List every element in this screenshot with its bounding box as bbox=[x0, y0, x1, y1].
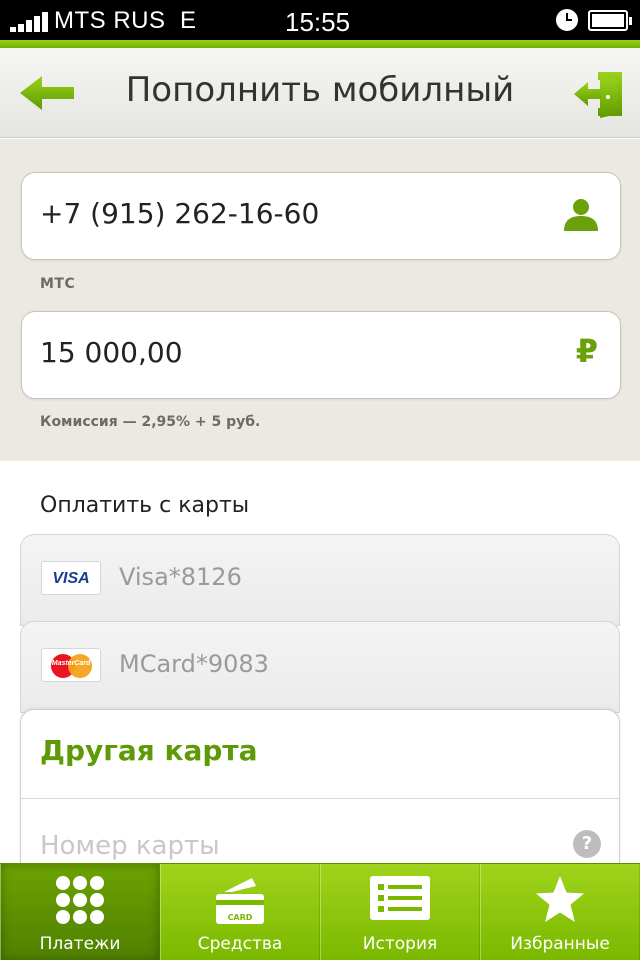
help-icon[interactable]: ? bbox=[573, 830, 601, 858]
signal-strength-icon bbox=[10, 12, 50, 32]
nav-bar: Пополнить мобилный bbox=[0, 48, 640, 138]
tab-favorites[interactable]: Избранные bbox=[480, 864, 640, 960]
amount-value: 15 000,00 bbox=[40, 336, 183, 369]
contact-person-icon[interactable] bbox=[562, 197, 600, 233]
card-name: MCard*9083 bbox=[119, 650, 269, 678]
tab-funds[interactable]: CARD Средства bbox=[160, 864, 320, 960]
other-card-panel: Другая карта ? bbox=[20, 709, 620, 863]
exit-door-icon bbox=[574, 72, 622, 118]
tab-label: История bbox=[362, 934, 438, 954]
operator-label: МТС bbox=[40, 276, 76, 292]
divider bbox=[21, 798, 619, 799]
mastercard-logo-icon: MasterCard bbox=[41, 648, 101, 682]
card-item-visa[interactable]: VISA Visa*8126 bbox=[20, 534, 620, 626]
list-icon bbox=[370, 876, 430, 920]
tab-history[interactable]: История bbox=[320, 864, 480, 960]
carrier-name: MTS RUS bbox=[54, 7, 166, 34]
status-time: 15:55 bbox=[285, 7, 351, 37]
payment-form: +7 (915) 262-16-60 МТС 15 000,00 ₽ Комис… bbox=[0, 139, 640, 461]
card-selection: Оплатить с карты VISA Visa*8126 MasterCa… bbox=[0, 461, 640, 863]
tab-label: Средства bbox=[197, 934, 283, 954]
ruble-icon: ₽ bbox=[575, 332, 598, 370]
other-card-title[interactable]: Другая карта bbox=[40, 734, 258, 767]
card-name: Visa*8126 bbox=[119, 563, 242, 591]
network-type: E bbox=[180, 7, 197, 34]
section-title: Оплатить с карты bbox=[40, 493, 250, 518]
commission-info: Комиссия — 2,95% + 5 руб. bbox=[40, 414, 261, 430]
alarm-clock-icon bbox=[556, 9, 578, 31]
status-bar: MTS RUS E 15:55 bbox=[0, 0, 640, 40]
phone-number-value: +7 (915) 262-16-60 bbox=[40, 197, 320, 230]
star-icon bbox=[536, 876, 584, 922]
phone-number-field[interactable]: +7 (915) 262-16-60 bbox=[21, 172, 621, 260]
card-number-input[interactable] bbox=[40, 826, 540, 863]
tab-payments[interactable]: Платежи bbox=[0, 864, 160, 960]
tab-label: Платежи bbox=[39, 934, 121, 954]
card-item-mastercard[interactable]: MasterCard MCard*9083 bbox=[20, 621, 620, 713]
brand-stripe bbox=[0, 40, 640, 48]
card-icon: CARD bbox=[216, 878, 264, 924]
visa-logo-icon: VISA bbox=[41, 561, 101, 595]
tab-label: Избранные bbox=[510, 934, 610, 954]
tab-bar: Платежи CARD Средства История Избранные bbox=[0, 863, 640, 960]
exit-button[interactable] bbox=[572, 68, 626, 120]
svg-text:CARD: CARD bbox=[228, 913, 253, 922]
battery-icon bbox=[588, 10, 632, 31]
grid-icon bbox=[56, 876, 104, 924]
amount-field[interactable]: 15 000,00 ₽ bbox=[21, 311, 621, 399]
page-title: Пополнить мобилный bbox=[125, 70, 515, 110]
